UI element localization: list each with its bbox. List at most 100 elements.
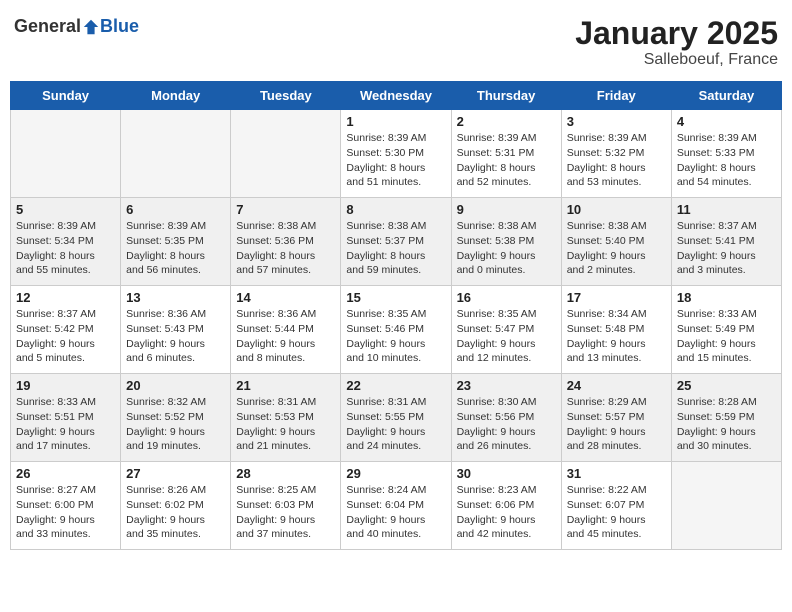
- calendar-cell: 8 Sunrise: 8:38 AM Sunset: 5:37 PM Daylig…: [341, 198, 451, 286]
- day-info: Sunrise: 8:29 AM Sunset: 5:57 PM Dayligh…: [567, 395, 666, 454]
- day-number: 30: [457, 466, 556, 481]
- weekday-header-saturday: Saturday: [671, 82, 781, 110]
- day-number: 10: [567, 202, 666, 217]
- day-info: Sunrise: 8:31 AM Sunset: 5:55 PM Dayligh…: [346, 395, 445, 454]
- week-row-0: 1Sunrise: 8:39 AM Sunset: 5:30 PM Daylig…: [11, 110, 782, 198]
- day-info: Sunrise: 8:24 AM Sunset: 6:04 PM Dayligh…: [346, 483, 445, 542]
- calendar-cell: 27 Sunrise: 8:26 AM Sunset: 6:02 PM Dayli…: [121, 462, 231, 550]
- calendar-cell: 28Sunrise: 8:25 AM Sunset: 6:03 PM Dayli…: [231, 462, 341, 550]
- calendar-cell: [11, 110, 121, 198]
- calendar-cell: 18Sunrise: 8:33 AM Sunset: 5:49 PM Dayli…: [671, 286, 781, 374]
- day-info: Sunrise: 8:35 AM Sunset: 5:46 PM Dayligh…: [346, 307, 445, 366]
- calendar-cell: 30 Sunrise: 8:23 AM Sunset: 6:06 PM Dayli…: [451, 462, 561, 550]
- day-number: 12: [16, 290, 115, 305]
- day-number: 3: [567, 114, 666, 129]
- day-number: 14: [236, 290, 335, 305]
- day-info: Sunrise: 8:39 AM Sunset: 5:31 PM Dayligh…: [457, 131, 556, 190]
- calendar-cell: 25Sunrise: 8:28 AM Sunset: 5:59 PM Dayli…: [671, 374, 781, 462]
- calendar-cell: 3Sunrise: 8:39 AM Sunset: 5:32 PM Daylig…: [561, 110, 671, 198]
- calendar-cell: 22 Sunrise: 8:31 AM Sunset: 5:55 PM Dayli…: [341, 374, 451, 462]
- day-number: 22: [346, 378, 445, 393]
- weekday-header-monday: Monday: [121, 82, 231, 110]
- calendar-cell: 1Sunrise: 8:39 AM Sunset: 5:30 PM Daylig…: [341, 110, 451, 198]
- day-number: 15: [346, 290, 445, 305]
- day-info: Sunrise: 8:22 AM Sunset: 6:07 PM Dayligh…: [567, 483, 666, 542]
- calendar-cell: 9Sunrise: 8:38 AM Sunset: 5:38 PM Daylig…: [451, 198, 561, 286]
- day-info: Sunrise: 8:33 AM Sunset: 5:51 PM Dayligh…: [16, 395, 115, 454]
- calendar-cell: 16Sunrise: 8:35 AM Sunset: 5:47 PM Dayli…: [451, 286, 561, 374]
- day-number: 29: [346, 466, 445, 481]
- title-block: January 2025 Salleboeuf, France: [575, 16, 778, 69]
- day-number: 21: [236, 378, 335, 393]
- day-number: 2: [457, 114, 556, 129]
- calendar-cell: 23 Sunrise: 8:30 AM Sunset: 5:56 PM Dayli…: [451, 374, 561, 462]
- calendar-cell: 11 Sunrise: 8:37 AM Sunset: 5:41 PM Dayli…: [671, 198, 781, 286]
- calendar-cell: 10 Sunrise: 8:38 AM Sunset: 5:40 PM Dayli…: [561, 198, 671, 286]
- day-info: Sunrise: 8:31 AM Sunset: 5:53 PM Dayligh…: [236, 395, 335, 454]
- week-row-3: 19 Sunrise: 8:33 AM Sunset: 5:51 PM Dayli…: [11, 374, 782, 462]
- day-number: 4: [677, 114, 776, 129]
- calendar-cell: 13Sunrise: 8:36 AM Sunset: 5:43 PM Dayli…: [121, 286, 231, 374]
- calendar-table: SundayMondayTuesdayWednesdayThursdayFrid…: [10, 81, 782, 550]
- calendar-cell: 21 Sunrise: 8:31 AM Sunset: 5:53 PM Dayli…: [231, 374, 341, 462]
- calendar-cell: 5Sunrise: 8:39 AM Sunset: 5:34 PM Daylig…: [11, 198, 121, 286]
- calendar-cell: 12 Sunrise: 8:37 AM Sunset: 5:42 PM Dayli…: [11, 286, 121, 374]
- day-info: Sunrise: 8:32 AM Sunset: 5:52 PM Dayligh…: [126, 395, 225, 454]
- day-info: Sunrise: 8:39 AM Sunset: 5:35 PM Dayligh…: [126, 219, 225, 278]
- day-info: Sunrise: 8:26 AM Sunset: 6:02 PM Dayligh…: [126, 483, 225, 542]
- calendar-body: 1Sunrise: 8:39 AM Sunset: 5:30 PM Daylig…: [11, 110, 782, 550]
- day-info: Sunrise: 8:35 AM Sunset: 5:47 PM Dayligh…: [457, 307, 556, 366]
- day-number: 11: [677, 202, 776, 217]
- day-info: Sunrise: 8:38 AM Sunset: 5:40 PM Dayligh…: [567, 219, 666, 278]
- week-row-1: 5Sunrise: 8:39 AM Sunset: 5:34 PM Daylig…: [11, 198, 782, 286]
- location-title: Salleboeuf, France: [575, 51, 778, 69]
- day-info: Sunrise: 8:37 AM Sunset: 5:42 PM Dayligh…: [16, 307, 115, 366]
- week-row-2: 12 Sunrise: 8:37 AM Sunset: 5:42 PM Dayli…: [11, 286, 782, 374]
- weekday-header-sunday: Sunday: [11, 82, 121, 110]
- logo-icon: [82, 18, 100, 36]
- week-row-4: 26Sunrise: 8:27 AM Sunset: 6:00 PM Dayli…: [11, 462, 782, 550]
- day-number: 13: [126, 290, 225, 305]
- day-number: 7: [236, 202, 335, 217]
- day-number: 6: [126, 202, 225, 217]
- weekday-header-tuesday: Tuesday: [231, 82, 341, 110]
- calendar-cell: 7Sunrise: 8:38 AM Sunset: 5:36 PM Daylig…: [231, 198, 341, 286]
- day-info: Sunrise: 8:30 AM Sunset: 5:56 PM Dayligh…: [457, 395, 556, 454]
- day-info: Sunrise: 8:34 AM Sunset: 5:48 PM Dayligh…: [567, 307, 666, 366]
- calendar-cell: 24 Sunrise: 8:29 AM Sunset: 5:57 PM Dayli…: [561, 374, 671, 462]
- month-title: January 2025: [575, 16, 778, 51]
- day-info: Sunrise: 8:25 AM Sunset: 6:03 PM Dayligh…: [236, 483, 335, 542]
- calendar-cell: 4Sunrise: 8:39 AM Sunset: 5:33 PM Daylig…: [671, 110, 781, 198]
- weekday-header-friday: Friday: [561, 82, 671, 110]
- day-number: 17: [567, 290, 666, 305]
- weekday-header-row: SundayMondayTuesdayWednesdayThursdayFrid…: [11, 82, 782, 110]
- logo-blue: Blue: [100, 16, 139, 37]
- day-number: 20: [126, 378, 225, 393]
- day-info: Sunrise: 8:33 AM Sunset: 5:49 PM Dayligh…: [677, 307, 776, 366]
- day-number: 23: [457, 378, 556, 393]
- day-info: Sunrise: 8:37 AM Sunset: 5:41 PM Dayligh…: [677, 219, 776, 278]
- day-info: Sunrise: 8:23 AM Sunset: 6:06 PM Dayligh…: [457, 483, 556, 542]
- day-number: 31: [567, 466, 666, 481]
- day-number: 19: [16, 378, 115, 393]
- day-info: Sunrise: 8:27 AM Sunset: 6:00 PM Dayligh…: [16, 483, 115, 542]
- calendar-cell: [121, 110, 231, 198]
- day-number: 27: [126, 466, 225, 481]
- calendar-cell: 19 Sunrise: 8:33 AM Sunset: 5:51 PM Dayli…: [11, 374, 121, 462]
- calendar-cell: 26Sunrise: 8:27 AM Sunset: 6:00 PM Dayli…: [11, 462, 121, 550]
- logo-general: General: [14, 16, 81, 37]
- day-number: 9: [457, 202, 556, 217]
- day-info: Sunrise: 8:28 AM Sunset: 5:59 PM Dayligh…: [677, 395, 776, 454]
- calendar-cell: 14Sunrise: 8:36 AM Sunset: 5:44 PM Dayli…: [231, 286, 341, 374]
- calendar-cell: 6 Sunrise: 8:39 AM Sunset: 5:35 PM Daylig…: [121, 198, 231, 286]
- logo: General Blue: [14, 16, 139, 37]
- day-number: 24: [567, 378, 666, 393]
- day-number: 8: [346, 202, 445, 217]
- day-info: Sunrise: 8:38 AM Sunset: 5:37 PM Dayligh…: [346, 219, 445, 278]
- calendar-cell: 31 Sunrise: 8:22 AM Sunset: 6:07 PM Dayli…: [561, 462, 671, 550]
- weekday-header-wednesday: Wednesday: [341, 82, 451, 110]
- calendar-cell: 17 Sunrise: 8:34 AM Sunset: 5:48 PM Dayli…: [561, 286, 671, 374]
- calendar-cell: 20 Sunrise: 8:32 AM Sunset: 5:52 PM Dayli…: [121, 374, 231, 462]
- calendar-cell: [671, 462, 781, 550]
- day-number: 5: [16, 202, 115, 217]
